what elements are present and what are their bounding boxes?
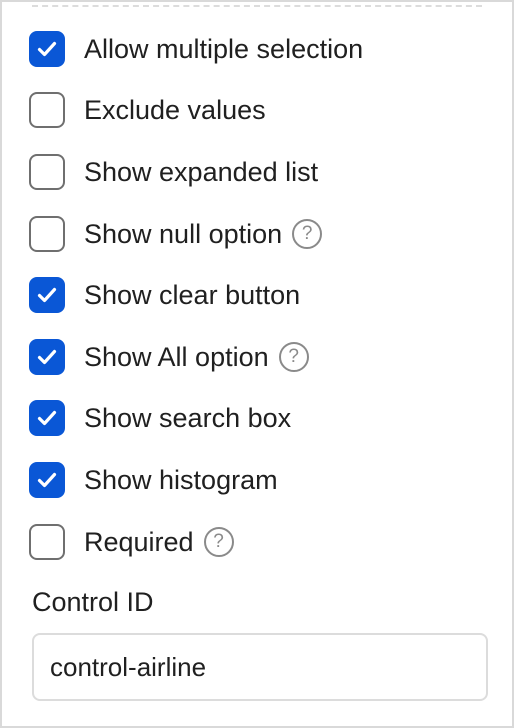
checkmark-icon [37,349,57,364]
option-row-show-clear-button[interactable]: Show clear button [29,264,492,326]
option-label: Show All option [84,341,269,372]
control-settings-panel: Allow multiple selection Exclude values Sh… [0,0,514,728]
show-expanded-list-checkbox[interactable] [29,153,65,190]
show-histogram-checkbox[interactable] [29,461,65,498]
option-row-show-expanded-list[interactable]: Show expanded list [29,141,492,203]
option-row-show-all-option[interactable]: Show All option? [29,326,492,388]
checkmark-icon [37,41,57,56]
option-label: Show null option [84,218,283,249]
show-all-option-checkbox[interactable] [29,338,65,375]
allow-multiple-selection-checkbox[interactable] [29,30,65,67]
option-label: Required [84,526,194,557]
option-row-required[interactable]: Required? [29,511,492,573]
option-label: Allow multiple selection [84,33,364,64]
option-label: Show histogram [84,464,278,495]
option-row-show-search-box[interactable]: Show search box [29,388,492,450]
checkmark-icon [37,472,57,488]
option-label: Exclude values [84,95,266,126]
exclude-values-checkbox[interactable] [29,92,65,129]
show-null-option-checkbox[interactable] [29,215,65,252]
checkmark-icon [37,288,57,303]
question-circle-icon[interactable]: ? [292,218,323,249]
option-label: Show clear button [84,280,301,311]
option-label: Show expanded list [84,156,319,187]
control-id-label: Control ID [32,587,154,617]
option-row-allow-multiple-selection[interactable]: Allow multiple selection [29,18,492,80]
option-label: Show search box [84,403,292,434]
show-search-box-checkbox[interactable] [29,400,65,437]
option-row-show-null-option[interactable]: Show null option? [29,203,492,265]
control-id-input[interactable] [32,633,488,701]
option-list: Allow multiple selection Exclude values Sh… [29,18,492,572]
question-circle-icon[interactable]: ? [278,341,309,372]
checkmark-icon [37,411,57,426]
option-row-show-histogram[interactable]: Show histogram [29,449,492,511]
option-row-exclude-values[interactable]: Exclude values [29,80,492,142]
required-checkbox[interactable] [29,523,65,560]
show-clear-button-checkbox[interactable] [29,277,65,314]
top-divider [32,5,482,7]
question-circle-icon[interactable]: ? [203,526,234,557]
